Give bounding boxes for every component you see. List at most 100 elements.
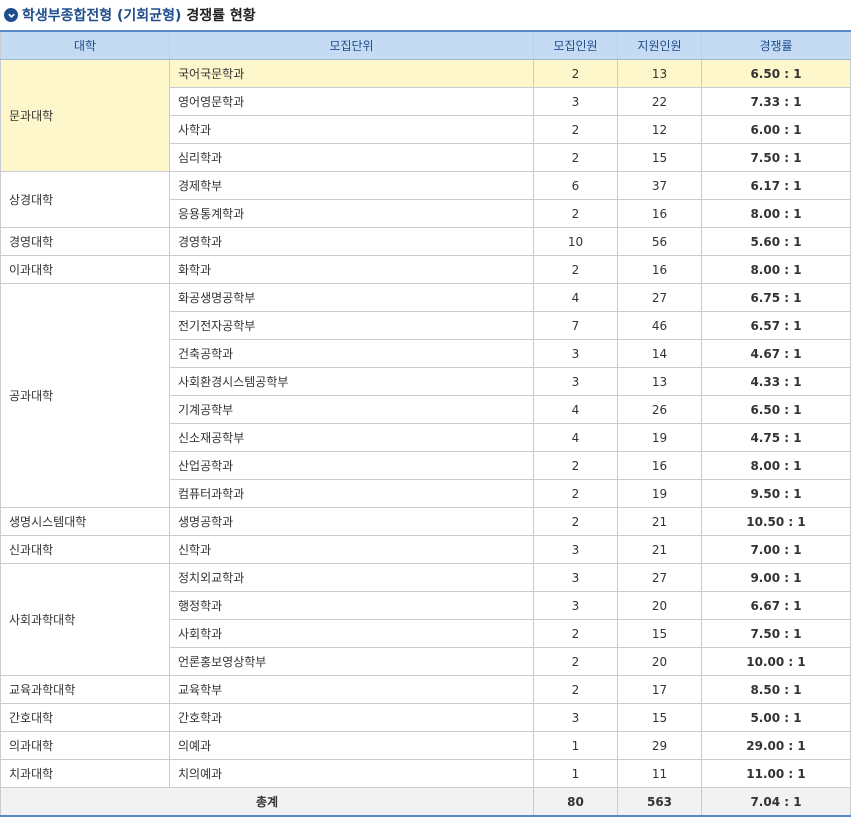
unit-cell: 국어국문학과 [169, 59, 534, 88]
college-cell: 경영대학 [0, 227, 170, 256]
recruit-cell: 4 [533, 423, 618, 452]
header-college: 대학 [0, 30, 170, 60]
recruit-cell: 3 [533, 703, 618, 732]
header-recruit: 모집인원 [533, 30, 618, 60]
rate-cell: 29.00 : 1 [701, 731, 851, 760]
college-cell: 공과대학 [0, 283, 170, 508]
unit-cell: 의예과 [169, 731, 534, 760]
table-row: 간호대학 간호학과 3 15 5.00 : 1 [0, 703, 851, 732]
table-row: 사회과학대학 정치외교학과 3 27 9.00 : 1 [0, 563, 851, 676]
unit-cell: 사회학과 [169, 619, 534, 648]
table-row: 문과대학 국어국문학과 2 13 6.50 : 1 [0, 59, 851, 172]
table-body: 문과대학 국어국문학과 2 13 6.50 : 1 영어영문학과 3 22 7.33 : 1 사학… [0, 59, 851, 788]
rate-cell: 6.75 : 1 [701, 283, 851, 312]
rate-cell: 4.33 : 1 [701, 367, 851, 396]
table-row: 신과대학 신학과 3 21 7.00 : 1 [0, 535, 851, 564]
table-header-row: 대학 모집단위 모집인원 지원인원 경쟁률 [0, 30, 851, 60]
rate-cell: 6.67 : 1 [701, 591, 851, 620]
college-cell: 문과대학 [0, 59, 170, 172]
unit-cell: 응용통계학과 [169, 199, 534, 228]
table-row: 생명시스템대학 생명공학과 2 21 10.50 : 1 [0, 507, 851, 536]
rate-cell: 6.00 : 1 [701, 115, 851, 144]
rate-cell: 7.00 : 1 [701, 535, 851, 564]
recruit-cell: 4 [533, 395, 618, 424]
unit-cell: 사회환경시스템공학부 [169, 367, 534, 396]
competition-table: 대학 모집단위 모집인원 지원인원 경쟁률 문과대학 국어국문학과 2 13 6.50 … [0, 30, 851, 817]
recruit-cell: 7 [533, 311, 618, 340]
recruit-cell: 2 [533, 199, 618, 228]
rate-cell: 4.67 : 1 [701, 339, 851, 368]
recruit-cell: 2 [533, 143, 618, 172]
unit-cell: 컴퓨터과학과 [169, 479, 534, 508]
recruit-cell: 3 [533, 535, 618, 564]
unit-cell: 신학과 [169, 535, 534, 564]
table-row: 상경대학 경제학부 6 37 6.17 : 1 [0, 171, 851, 228]
unit-cell: 화학과 [169, 255, 534, 284]
recruit-cell: 2 [533, 255, 618, 284]
recruit-cell: 2 [533, 479, 618, 508]
applicants-cell: 12 [617, 115, 702, 144]
recruit-cell: 10 [533, 227, 618, 256]
rate-cell: 8.00 : 1 [701, 451, 851, 480]
unit-cell: 심리학과 [169, 143, 534, 172]
header-applicants: 지원인원 [617, 30, 702, 60]
unit-cell: 신소재공학부 [169, 423, 534, 452]
applicants-cell: 15 [617, 703, 702, 732]
rate-cell: 10.50 : 1 [701, 507, 851, 536]
applicants-cell: 20 [617, 591, 702, 620]
rate-cell: 6.50 : 1 [701, 395, 851, 424]
college-cell: 상경대학 [0, 171, 170, 228]
unit-cell: 건축공학과 [169, 339, 534, 368]
unit-cell: 행정학과 [169, 591, 534, 620]
recruit-cell: 1 [533, 731, 618, 760]
recruit-cell: 1 [533, 759, 618, 788]
chevron-down-circle-icon [4, 8, 18, 22]
rate-cell: 8.00 : 1 [701, 199, 851, 228]
applicants-cell: 15 [617, 619, 702, 648]
rate-cell: 9.50 : 1 [701, 479, 851, 508]
applicants-cell: 22 [617, 87, 702, 116]
applicants-cell: 15 [617, 143, 702, 172]
unit-cell: 교육학부 [169, 675, 534, 704]
college-cell: 신과대학 [0, 535, 170, 564]
recruit-cell: 2 [533, 115, 618, 144]
unit-cell: 전기전자공학부 [169, 311, 534, 340]
unit-cell: 기계공학부 [169, 395, 534, 424]
applicants-cell: 11 [617, 759, 702, 788]
college-cell: 이과대학 [0, 255, 170, 284]
unit-cell: 치의예과 [169, 759, 534, 788]
header-rate: 경쟁률 [701, 30, 851, 60]
recruit-cell: 2 [533, 675, 618, 704]
recruit-cell: 2 [533, 647, 618, 676]
applicants-cell: 16 [617, 451, 702, 480]
recruit-cell: 4 [533, 283, 618, 312]
applicants-cell: 16 [617, 199, 702, 228]
title-main: 학생부종합전형 (기회균형) [22, 8, 182, 24]
unit-cell: 산업공학과 [169, 451, 534, 480]
unit-cell: 화공생명공학부 [169, 283, 534, 312]
rate-cell: 7.50 : 1 [701, 143, 851, 172]
rate-cell: 5.00 : 1 [701, 703, 851, 732]
recruit-cell: 6 [533, 171, 618, 200]
unit-cell: 영어영문학과 [169, 87, 534, 116]
total-row: 총계 80 563 7.04 : 1 [0, 787, 851, 817]
rate-cell: 8.00 : 1 [701, 255, 851, 284]
unit-cell: 생명공학과 [169, 507, 534, 536]
recruit-cell: 2 [533, 619, 618, 648]
total-applicants: 563 [617, 787, 702, 817]
unit-cell: 정치외교학과 [169, 563, 534, 592]
college-cell: 치과대학 [0, 759, 170, 788]
unit-cell: 사학과 [169, 115, 534, 144]
rate-cell: 10.00 : 1 [701, 647, 851, 676]
applicants-cell: 14 [617, 339, 702, 368]
unit-cell: 언론홍보영상학부 [169, 647, 534, 676]
title-rest: 경쟁률 현황 [186, 8, 256, 24]
section-title: 학생부종합전형 (기회균형) 경쟁률 현황 [0, 0, 851, 30]
applicants-cell: 16 [617, 255, 702, 284]
college-cell: 생명시스템대학 [0, 507, 170, 536]
rate-cell: 9.00 : 1 [701, 563, 851, 592]
total-recruit: 80 [533, 787, 618, 817]
table-row: 의과대학 의예과 1 29 29.00 : 1 [0, 731, 851, 760]
table-row: 치과대학 치의예과 1 11 11.00 : 1 [0, 759, 851, 788]
total-label: 총계 [0, 787, 534, 817]
